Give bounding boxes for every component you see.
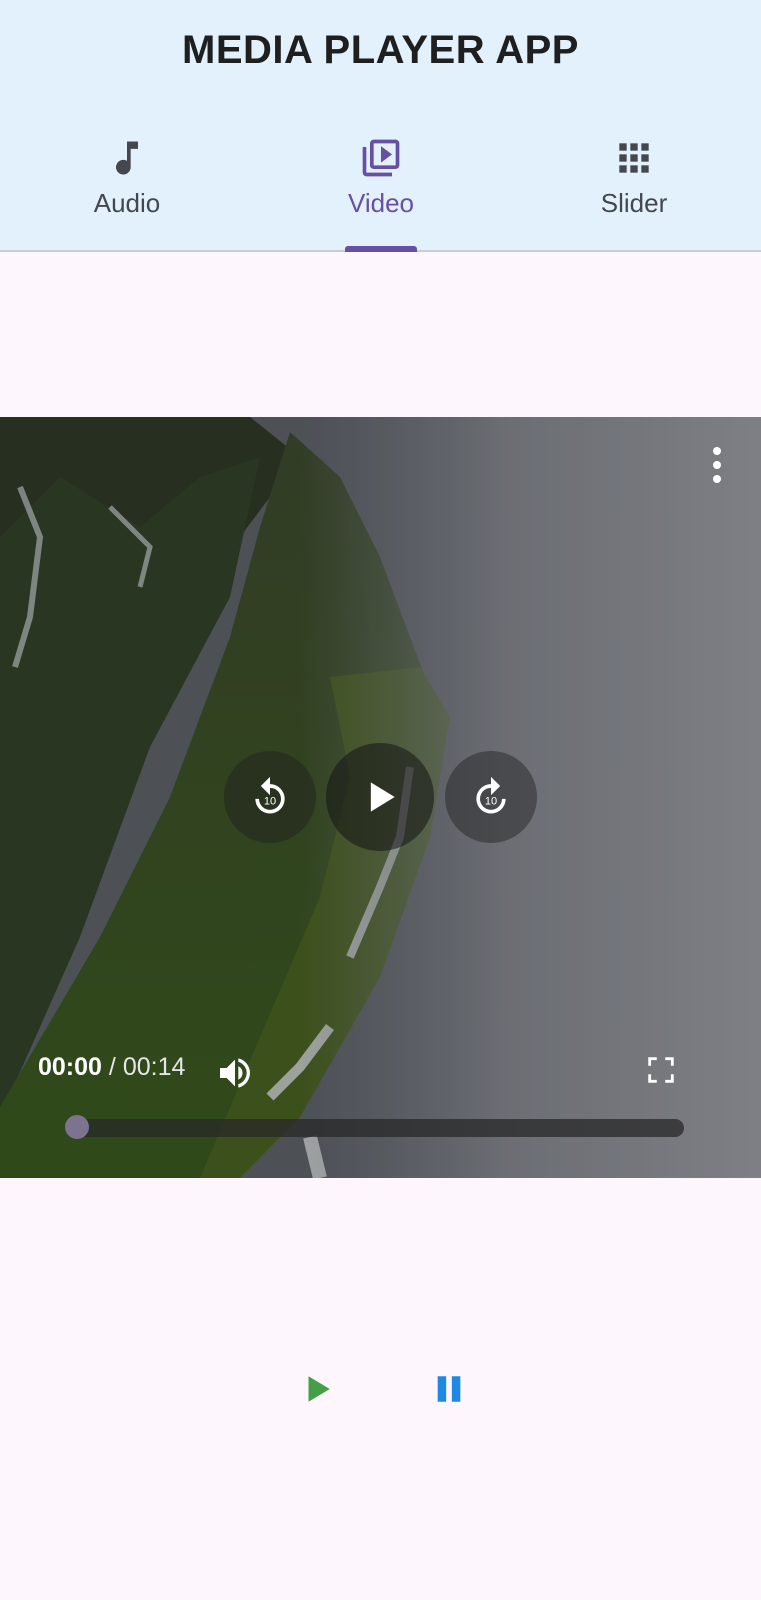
app-title: MEDIA PLAYER APP [182, 28, 579, 72]
music-note-icon [116, 141, 138, 175]
video-player[interactable]: 10 10 00:00 / 00:14 [0, 417, 761, 1178]
fullscreen-icon[interactable] [644, 1053, 678, 1087]
more-options-icon[interactable] [707, 445, 727, 485]
replay-10-icon: 10 [255, 776, 285, 814]
play-icon [370, 782, 395, 812]
duration: 00:14 [122, 1053, 186, 1081]
current-time: 00:00 [38, 1053, 102, 1081]
seek-bar[interactable] [68, 1119, 684, 1137]
tab-video[interactable]: Video [254, 136, 508, 250]
time-display: 00:00 / 00:14 [38, 1053, 185, 1082]
volume-icon[interactable] [214, 1053, 256, 1093]
forward-10-icon: 10 [476, 776, 506, 814]
video-library-icon [362, 139, 400, 177]
pause-button[interactable] [432, 1372, 466, 1406]
tab-label-audio: Audio [93, 188, 161, 218]
app-bar: MEDIA PLAYER APP Audio Video Slider [0, 0, 761, 252]
center-play-button[interactable] [326, 743, 434, 851]
seek-thumb[interactable] [65, 1115, 89, 1139]
rewind-10-button[interactable]: 10 [224, 751, 316, 843]
time-separator: / [108, 1053, 116, 1081]
active-tab-indicator [345, 246, 417, 252]
tab-label-slider: Slider [600, 188, 668, 218]
tab-slider[interactable]: Slider [507, 136, 761, 250]
grid-icon [619, 143, 649, 173]
forward-seconds-label: 10 [485, 795, 497, 807]
tab-label-video: Video [347, 188, 415, 218]
play-button[interactable] [300, 1372, 334, 1406]
rewind-seconds-label: 10 [264, 795, 276, 807]
forward-10-button[interactable]: 10 [445, 751, 537, 843]
tab-audio[interactable]: Audio [0, 136, 254, 250]
